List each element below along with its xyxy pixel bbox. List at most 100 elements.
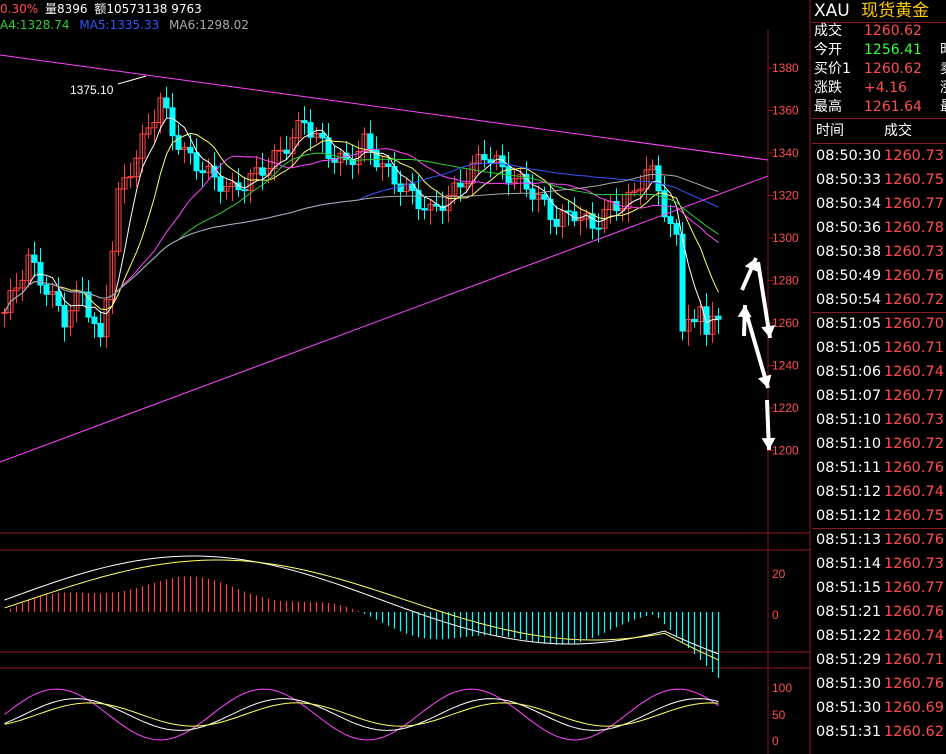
candle-body bbox=[283, 149, 290, 154]
kdj-d-line bbox=[4, 702, 719, 727]
high-annotation-label: 1375.10 bbox=[70, 83, 114, 97]
tick-price: 1260.77 bbox=[884, 388, 944, 404]
high-annotation-line bbox=[117, 75, 147, 85]
quote-extra: 涨 bbox=[940, 79, 946, 98]
ma-line bbox=[4, 173, 719, 313]
tick-time: 08:51:13 bbox=[816, 532, 882, 548]
quote-label: 最高 bbox=[814, 99, 842, 115]
tick-row: 08:51:06 1260.74 bbox=[812, 360, 946, 384]
tick-row: 08:51:31 1260.62 bbox=[812, 720, 946, 744]
tick-time: 08:51:21 bbox=[816, 604, 882, 620]
candle-body bbox=[277, 149, 284, 152]
amount-label: 额10573138 9763 bbox=[94, 2, 202, 16]
tick-row: 08:51:12 1260.75 bbox=[812, 504, 946, 528]
candle-body bbox=[715, 315, 722, 320]
tick-price: 1260.76 bbox=[884, 604, 944, 620]
tick-price: 1260.78 bbox=[884, 220, 944, 236]
kdj-j-line bbox=[4, 688, 719, 741]
trendline-upper bbox=[0, 54, 769, 161]
quote-value: 1261.64 bbox=[864, 99, 922, 115]
tick-price: 1260.71 bbox=[884, 340, 944, 356]
tick-row: 08:50:49 1260.76 bbox=[812, 264, 946, 288]
quote-row: 成交 1260.62 bbox=[812, 22, 946, 41]
price-tick-label: 1260 bbox=[772, 316, 799, 330]
tick-row: 08:51:30 1260.69 bbox=[812, 696, 946, 720]
tick-time: 08:51:07 bbox=[816, 388, 882, 404]
tick-row: 08:51:05 1260.70 bbox=[812, 312, 946, 336]
candle-body bbox=[529, 188, 536, 200]
quote-value: 1256.41 bbox=[864, 42, 922, 58]
macd-tick-label: 0 bbox=[772, 608, 779, 622]
quote-value: +4.16 bbox=[864, 80, 907, 96]
tick-price: 1260.75 bbox=[884, 172, 944, 188]
tick-price: 1260.76 bbox=[884, 460, 944, 476]
tick-time: 08:51:10 bbox=[816, 436, 882, 452]
candle-body bbox=[385, 163, 392, 167]
candle-body bbox=[397, 183, 404, 193]
tick-price: 1260.77 bbox=[884, 580, 944, 596]
quote-extra: 时 bbox=[940, 41, 946, 60]
tick-row: 08:51:29 1260.71 bbox=[812, 648, 946, 672]
ma-line bbox=[4, 152, 719, 313]
tick-price: 1260.73 bbox=[884, 556, 944, 572]
tick-time: 08:51:30 bbox=[816, 700, 882, 716]
tick-row: 08:51:21 1260.76 bbox=[812, 600, 946, 624]
candle-body bbox=[241, 189, 248, 192]
tick-price: 1260.71 bbox=[884, 652, 944, 668]
quote-label: 涨跌 bbox=[814, 80, 842, 96]
candle-body bbox=[1, 311, 8, 314]
candle-body bbox=[97, 322, 104, 338]
candle-body bbox=[301, 120, 308, 124]
tick-time: 08:51:30 bbox=[816, 676, 882, 692]
symbol-code: XAU bbox=[814, 1, 850, 21]
candle-body bbox=[217, 176, 224, 192]
tick-price: 1260.62 bbox=[884, 724, 944, 740]
tick-row: 08:50:33 1260.75 bbox=[812, 168, 946, 192]
candle-body bbox=[187, 146, 194, 154]
candle-body bbox=[259, 167, 266, 176]
candle-body bbox=[553, 218, 560, 227]
tick-time: 08:51:29 bbox=[816, 652, 882, 668]
ma4-label: A4:1328.74 bbox=[0, 18, 70, 32]
tick-time: 08:50:54 bbox=[816, 292, 882, 308]
tick-price: 1260.77 bbox=[884, 196, 944, 212]
candle-body bbox=[595, 227, 602, 230]
tick-row: 08:51:05 1260.71 bbox=[812, 336, 946, 360]
tick-time: 08:51:05 bbox=[816, 316, 882, 332]
candle-body bbox=[481, 154, 488, 161]
tick-row: 08:51:07 1260.77 bbox=[812, 384, 946, 408]
price-tick-label: 1280 bbox=[772, 274, 799, 288]
price-tick-label: 1220 bbox=[772, 401, 799, 415]
price-tick-label: 1200 bbox=[772, 444, 799, 458]
tick-price: 1260.76 bbox=[884, 532, 944, 548]
kdj-tick-label: 0 bbox=[772, 734, 779, 748]
kdj-tick-label: 50 bbox=[772, 708, 786, 722]
price-tick-label: 1360 bbox=[772, 104, 799, 118]
candle-body bbox=[55, 291, 62, 306]
tick-row: 08:50:30 1260.73 bbox=[812, 144, 946, 168]
tick-price: 1260.70 bbox=[884, 316, 944, 332]
candle-body bbox=[193, 152, 200, 172]
tick-price: 1260.75 bbox=[884, 508, 944, 524]
candle-body bbox=[169, 107, 176, 137]
tick-price: 1260.69 bbox=[884, 700, 944, 716]
candle-body bbox=[691, 318, 698, 323]
tick-price: 1260.74 bbox=[884, 484, 944, 500]
kline-chart[interactable]: 1380 1360 1340 1320 1300 1280 1260 1240 1220 1200… bbox=[0, 0, 946, 754]
tick-row: 08:51:12 1260.74 bbox=[812, 480, 946, 504]
candle-body bbox=[43, 284, 50, 295]
quote-extra: 卖 bbox=[940, 60, 946, 79]
top-info-bar: 0.30% 量8396 额10573138 9763 bbox=[0, 0, 205, 18]
tick-row: 08:51:10 1260.72 bbox=[812, 432, 946, 456]
quote-label: 今开 bbox=[814, 42, 842, 58]
tick-time: 08:51:11 bbox=[816, 460, 882, 476]
tick-time: 08:51:31 bbox=[816, 724, 882, 740]
candle-body bbox=[589, 213, 596, 229]
tick-row: 08:51:30 1260.76 bbox=[812, 672, 946, 696]
tick-row: 08:51:10 1260.73 bbox=[812, 408, 946, 432]
kdj-tick-label: 100 bbox=[772, 681, 792, 695]
tick-time: 08:51:22 bbox=[816, 628, 882, 644]
quote-extra: 最 bbox=[940, 98, 946, 117]
candle-body bbox=[703, 306, 710, 335]
quote-row: 最高 1261.64 最 bbox=[812, 98, 946, 117]
